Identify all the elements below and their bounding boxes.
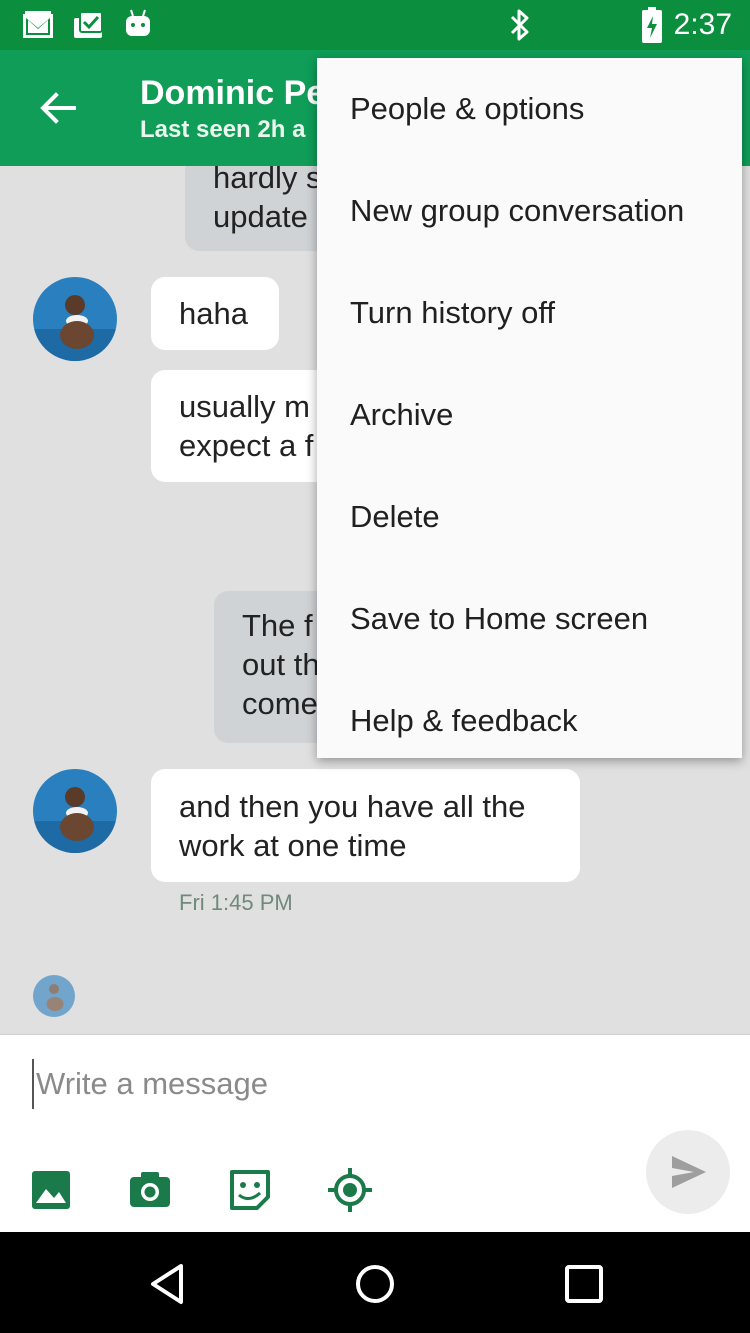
- menu-item-archive[interactable]: Archive: [317, 364, 742, 466]
- android-icon: [126, 9, 150, 36]
- send-icon: [672, 1156, 706, 1188]
- status-time: 2:37: [673, 8, 732, 41]
- battery-icon: [642, 7, 662, 43]
- menu-item-save-to-home-screen[interactable]: Save to Home screen: [317, 568, 742, 670]
- read-receipt-avatar: [33, 975, 75, 1017]
- camera-icon[interactable]: [127, 1167, 173, 1213]
- menu-item-people-options[interactable]: People & options: [317, 58, 742, 160]
- avatar[interactable]: [33, 277, 117, 361]
- recents-icon[interactable]: [562, 1262, 606, 1306]
- status-bar: 2:37: [0, 0, 750, 50]
- message-input[interactable]: [32, 1059, 612, 1109]
- menu-item-turn-history-off[interactable]: Turn history off: [317, 262, 742, 364]
- bluetooth-icon: [510, 9, 529, 41]
- gmail-icon: [23, 11, 53, 38]
- message-composer: [0, 1034, 750, 1232]
- clipboard-check-icon: [74, 11, 103, 38]
- avatar-photo: [33, 975, 75, 1017]
- home-icon[interactable]: [353, 1262, 397, 1306]
- last-seen-status: Last seen 2h a: [140, 116, 306, 143]
- avatar-photo: [33, 769, 117, 853]
- message-line: and then you have all the: [179, 789, 526, 824]
- message-line: haha: [179, 296, 248, 331]
- conversation-title[interactable]: Dominic Pe: [140, 74, 325, 113]
- menu-item-new-group-conversation[interactable]: New group conversation: [317, 160, 742, 262]
- overflow-menu: People & options New group conversation …: [317, 58, 742, 758]
- avatar[interactable]: [33, 769, 117, 853]
- sticker-icon[interactable]: [227, 1167, 273, 1213]
- message-bubble[interactable]: and then you have all the work at one ti…: [151, 769, 580, 882]
- message-timestamp: Fri 1:45 PM: [179, 890, 293, 915]
- avatar-photo: [33, 277, 117, 361]
- send-button[interactable]: [646, 1130, 730, 1214]
- menu-item-help-feedback[interactable]: Help & feedback: [317, 670, 742, 758]
- image-icon[interactable]: [28, 1167, 74, 1213]
- message-bubble[interactable]: haha: [151, 277, 279, 350]
- arrow-left-icon[interactable]: [34, 84, 82, 132]
- message-line: work at one time: [179, 828, 407, 863]
- menu-item-delete[interactable]: Delete: [317, 466, 742, 568]
- back-icon[interactable]: [145, 1262, 189, 1306]
- system-nav-bar: [0, 1232, 750, 1333]
- location-icon[interactable]: [327, 1167, 373, 1213]
